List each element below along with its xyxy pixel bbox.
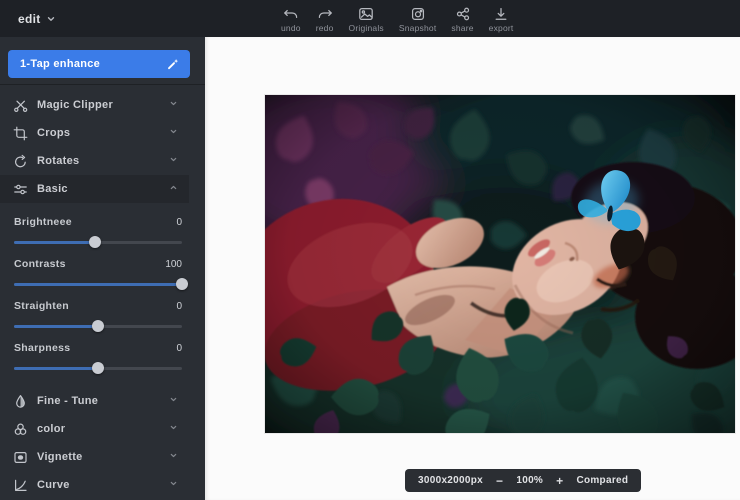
- export-icon: [495, 7, 507, 20]
- crop-icon: [13, 126, 28, 140]
- edit-menu[interactable]: edit: [18, 0, 56, 37]
- sidebar-item-rotates[interactable]: Rotates: [0, 147, 189, 175]
- chevron-down-icon: [168, 154, 179, 168]
- photo-editor-app: edit undo redo Originals Snapshot share …: [0, 0, 740, 500]
- share-icon: [456, 7, 469, 21]
- chevron-down-icon: [47, 16, 54, 21]
- sidebar-item-crops[interactable]: Crops: [0, 119, 189, 147]
- sidebar-item-curve[interactable]: Curve: [0, 471, 189, 499]
- redo-label: redo: [315, 23, 334, 33]
- one-tap-enhance-button[interactable]: 1-Tap enhance: [8, 50, 190, 78]
- slider-group-brightness: Brightneee 0: [14, 216, 182, 249]
- snapshot-button[interactable]: Snapshot: [399, 4, 437, 33]
- zoom-in-button[interactable]: +: [556, 475, 563, 487]
- chevron-down-icon: [168, 450, 179, 464]
- slider-fill: [14, 241, 95, 244]
- brightness-slider[interactable]: [14, 235, 182, 249]
- slider-label: Sharpness: [14, 342, 71, 354]
- slider-fill: [14, 283, 182, 286]
- sidebar-item-magic-clipper[interactable]: Magic Clipper: [0, 91, 189, 119]
- share-button[interactable]: share: [451, 4, 473, 33]
- slider-label: Contrasts: [14, 258, 66, 270]
- sidebar-item-label: Curve: [37, 479, 70, 491]
- slider-group-straighten: Straighten 0: [14, 300, 182, 333]
- chevron-down-icon: [168, 422, 179, 436]
- photo-canvas[interactable]: [265, 95, 735, 433]
- rotate-icon: [15, 154, 26, 167]
- slider-thumb[interactable]: [88, 236, 101, 248]
- undo-icon: [284, 9, 298, 19]
- undo-button[interactable]: undo: [281, 4, 301, 33]
- contrast-slider[interactable]: [14, 277, 188, 291]
- slider-group-sharpness: Sharpness 0: [14, 342, 182, 375]
- slider-value: 100: [165, 258, 182, 270]
- slider-value: 0: [176, 342, 182, 354]
- sidebar-item-label: Rotates: [37, 155, 80, 167]
- slider-value: 0: [176, 216, 182, 228]
- vignette-icon: [14, 451, 27, 463]
- edit-menu-label: edit: [18, 11, 41, 26]
- slider-thumb[interactable]: [92, 362, 104, 374]
- redo-icon: [318, 9, 332, 19]
- zoom-out-button[interactable]: −: [496, 475, 503, 487]
- originals-button[interactable]: Originals: [349, 4, 384, 33]
- sidebar-item-label: color: [37, 423, 66, 435]
- zoom-statusbar: 3000x2000px − 100% + Compared: [405, 469, 642, 492]
- sidebar-item-label: Magic Clipper: [37, 99, 114, 111]
- snapshot-label: Snapshot: [398, 23, 437, 33]
- chevron-down-icon: [168, 394, 179, 408]
- sidebar-item-basic[interactable]: Basic: [0, 175, 189, 203]
- sliders-icon: [14, 184, 27, 194]
- top-toolbar: undo redo Originals Snapshot share expor…: [281, 0, 514, 37]
- chevron-down-icon: [168, 478, 179, 492]
- slider-label: Straighten: [14, 300, 69, 312]
- sidebar-item-label: Fine - Tune: [37, 395, 99, 407]
- originals-label: Originals: [348, 23, 384, 33]
- sidebar-item-fine-tune[interactable]: Fine - Tune: [0, 387, 189, 415]
- basic-adjustments-panel: Brightneee 0 Contrasts 100 Straighten 0 …: [0, 203, 205, 387]
- undo-label: undo: [281, 23, 301, 33]
- chevron-down-icon: [168, 98, 179, 112]
- color-circles-icon: [14, 423, 27, 435]
- sidebar-item-label: Basic: [37, 183, 68, 195]
- slider-label: Brightneee: [14, 216, 72, 228]
- header-bar: edit undo redo Originals Snapshot share …: [0, 0, 740, 37]
- magic-wand-icon: [168, 59, 179, 70]
- tools-sidebar: 1-Tap enhance Magic Clipper Crops Rotate…: [0, 37, 205, 500]
- snapshot-icon: [411, 7, 424, 21]
- curve-icon: [15, 479, 27, 491]
- sharpness-slider[interactable]: [14, 361, 182, 375]
- share-label: share: [451, 23, 474, 33]
- chevron-down-icon: [168, 126, 179, 140]
- originals-icon: [359, 7, 374, 21]
- slider-fill: [14, 367, 98, 370]
- redo-button[interactable]: redo: [316, 4, 334, 33]
- straighten-slider[interactable]: [14, 319, 182, 333]
- slider-group-contrast: Contrasts 100: [14, 258, 188, 291]
- scissors-icon: [14, 100, 28, 112]
- zoom-level: 100%: [516, 475, 544, 486]
- sidebar-item-label: Crops: [37, 127, 71, 139]
- slider-fill: [14, 325, 98, 328]
- slider-thumb[interactable]: [176, 278, 188, 290]
- image-dimensions: 3000x2000px: [418, 475, 484, 486]
- export-label: export: [488, 23, 514, 33]
- one-tap-enhance-label: 1-Tap enhance: [20, 58, 101, 70]
- export-button[interactable]: export: [489, 4, 514, 33]
- sidebar-item-label: Vignette: [37, 451, 83, 463]
- droplet-icon: [16, 394, 25, 408]
- compared-button[interactable]: Compared: [576, 475, 628, 486]
- chevron-up-icon: [168, 182, 179, 196]
- sidebar-item-color[interactable]: color: [0, 415, 189, 443]
- slider-thumb[interactable]: [92, 320, 104, 332]
- editing-canvas-area: [205, 37, 740, 500]
- enhance-section: 1-Tap enhance: [0, 37, 205, 85]
- slider-value: 0: [176, 300, 182, 312]
- sidebar-item-vignette[interactable]: Vignette: [0, 443, 189, 471]
